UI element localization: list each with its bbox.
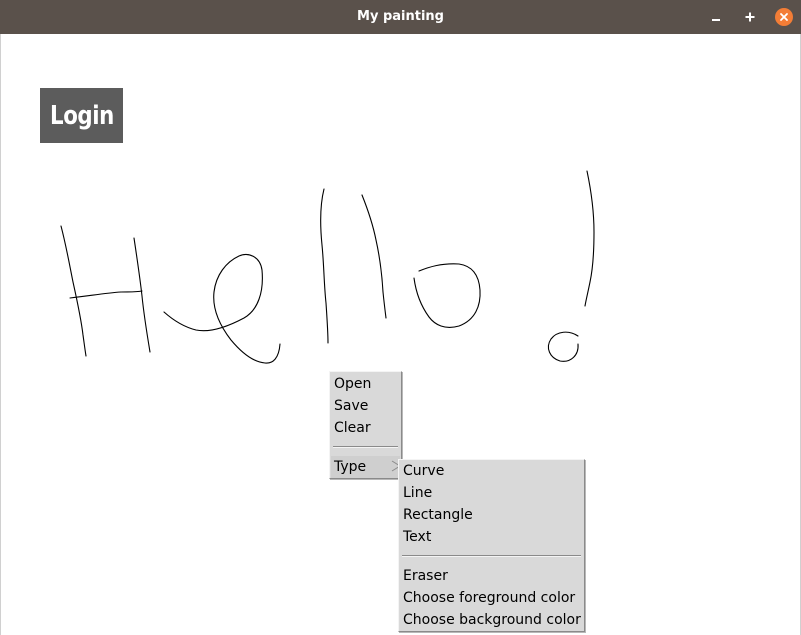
submenu-item-curve[interactable]: Curve xyxy=(403,460,444,482)
submenu-item-text[interactable]: Text xyxy=(403,526,431,548)
title-bar: My painting xyxy=(0,0,801,34)
submenu-item-eraser[interactable]: Eraser xyxy=(403,565,448,587)
menu-item-clear[interactable]: Clear xyxy=(334,417,371,439)
type-submenu: Curve Line Rectangle Text Eraser Choose … xyxy=(398,459,585,632)
menu-item-open[interactable]: Open xyxy=(334,373,371,395)
login-badge-label: Login xyxy=(49,100,114,131)
maximize-button[interactable] xyxy=(740,7,760,27)
menu-item-type[interactable]: Type xyxy=(334,456,366,478)
minimize-button[interactable] xyxy=(706,7,726,27)
submenu-separator xyxy=(402,555,581,557)
close-button[interactable] xyxy=(774,7,794,27)
context-menu: Open Save Clear Type xyxy=(329,371,402,479)
login-badge[interactable]: Login xyxy=(40,88,123,143)
menu-separator xyxy=(333,446,398,448)
minimize-icon xyxy=(712,19,720,21)
submenu-item-background-color[interactable]: Choose background color xyxy=(403,609,581,631)
menu-item-save[interactable]: Save xyxy=(334,395,368,417)
close-icon xyxy=(775,8,793,26)
submenu-item-rectangle[interactable]: Rectangle xyxy=(403,504,473,526)
maximize-icon xyxy=(745,12,755,22)
submenu-item-foreground-color[interactable]: Choose foreground color xyxy=(403,587,575,609)
window-title: My painting xyxy=(357,9,444,24)
submenu-item-line[interactable]: Line xyxy=(403,482,432,504)
